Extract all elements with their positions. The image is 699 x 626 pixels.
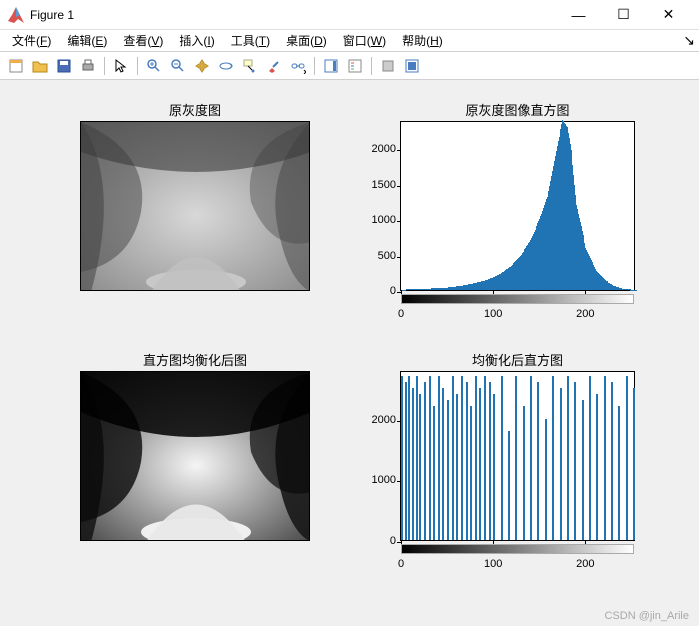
colorbar-icon [401,544,634,554]
y-tick-label: 0 [356,285,396,297]
data-cursor-button[interactable] [239,55,261,77]
menu-window[interactable]: 窗口(W) [335,30,394,51]
y-tick-label: 1000 [356,474,396,486]
menu-help[interactable]: 帮助(H) [394,30,451,51]
toolbar-separator [371,57,372,75]
open-button[interactable] [29,55,51,77]
link-plot-button[interactable] [287,55,309,77]
y-tick-label: 2000 [356,143,396,155]
subplot-title: 原灰度图像直方图 [400,100,635,119]
title-bar: Figure 1 — ☐ ✕ [0,0,699,30]
x-tick-label: 100 [484,558,502,570]
x-tick-label: 100 [484,308,502,320]
subplot-title: 原灰度图 [80,100,310,119]
x-tick-label: 0 [398,308,404,320]
show-plot-tools-button[interactable] [401,55,423,77]
subplot-equalized-image: 直方图均衡化后图 [80,350,310,541]
subplot-original-hist: 原灰度图像直方图 05001000150020000100200 [400,100,635,291]
pan-button[interactable] [191,55,213,77]
insert-colorbar-button[interactable] [320,55,342,77]
insert-legend-button[interactable] [344,55,366,77]
colorbar-icon [401,294,634,304]
menu-file[interactable]: 文件(F) [4,30,59,51]
subplot-original-image: 原灰度图 [80,100,310,291]
figure-canvas: 原灰度图 原灰度图像直方图 [0,80,699,626]
maximize-button[interactable]: ☐ [601,0,646,30]
histogram-equalized[interactable]: 0100020000100200 [400,371,635,541]
minimize-button[interactable]: — [556,0,601,30]
toolbar-separator [104,57,105,75]
image-original[interactable] [80,121,310,291]
y-tick-label: 1500 [356,179,396,191]
brush-button[interactable] [263,55,285,77]
x-tick-label: 200 [576,558,594,570]
subplot-equalized-hist: 均衡化后直方图 0100020000100200 [400,350,635,541]
hide-plot-tools-button[interactable] [377,55,399,77]
save-button[interactable] [53,55,75,77]
menu-insert[interactable]: 插入(I) [171,30,222,51]
menu-desktop[interactable]: 桌面(D) [278,30,335,51]
rotate-3d-button[interactable] [215,55,237,77]
zoom-in-button[interactable] [143,55,165,77]
pointer-button[interactable] [110,55,132,77]
image-equalized[interactable] [80,371,310,541]
close-button[interactable]: ✕ [646,0,691,30]
dock-arrow-icon[interactable]: ↘ [683,32,695,49]
menu-bar: 文件(F) 编辑(E) 查看(V) 插入(I) 工具(T) 桌面(D) 窗口(W… [0,30,699,52]
matlab-logo-icon [8,7,24,23]
y-tick-label: 1000 [356,214,396,226]
subplot-title: 直方图均衡化后图 [80,350,310,369]
x-tick-label: 200 [576,308,594,320]
print-button[interactable] [77,55,99,77]
watermark-text: CSDN @jin_Arile [604,610,689,622]
toolbar [0,52,699,80]
histogram-original[interactable]: 05001000150020000100200 [400,121,635,291]
y-tick-label: 0 [356,535,396,547]
subplot-title: 均衡化后直方图 [400,350,635,369]
menu-edit[interactable]: 编辑(E) [59,30,115,51]
menu-view[interactable]: 查看(V) [115,30,171,51]
y-tick-label: 2000 [356,414,396,426]
window-title: Figure 1 [30,8,74,22]
toolbar-separator [137,57,138,75]
menu-tools[interactable]: 工具(T) [223,30,278,51]
y-tick-label: 500 [356,250,396,262]
new-figure-button[interactable] [5,55,27,77]
zoom-out-button[interactable] [167,55,189,77]
x-tick-label: 0 [398,558,404,570]
toolbar-separator [314,57,315,75]
